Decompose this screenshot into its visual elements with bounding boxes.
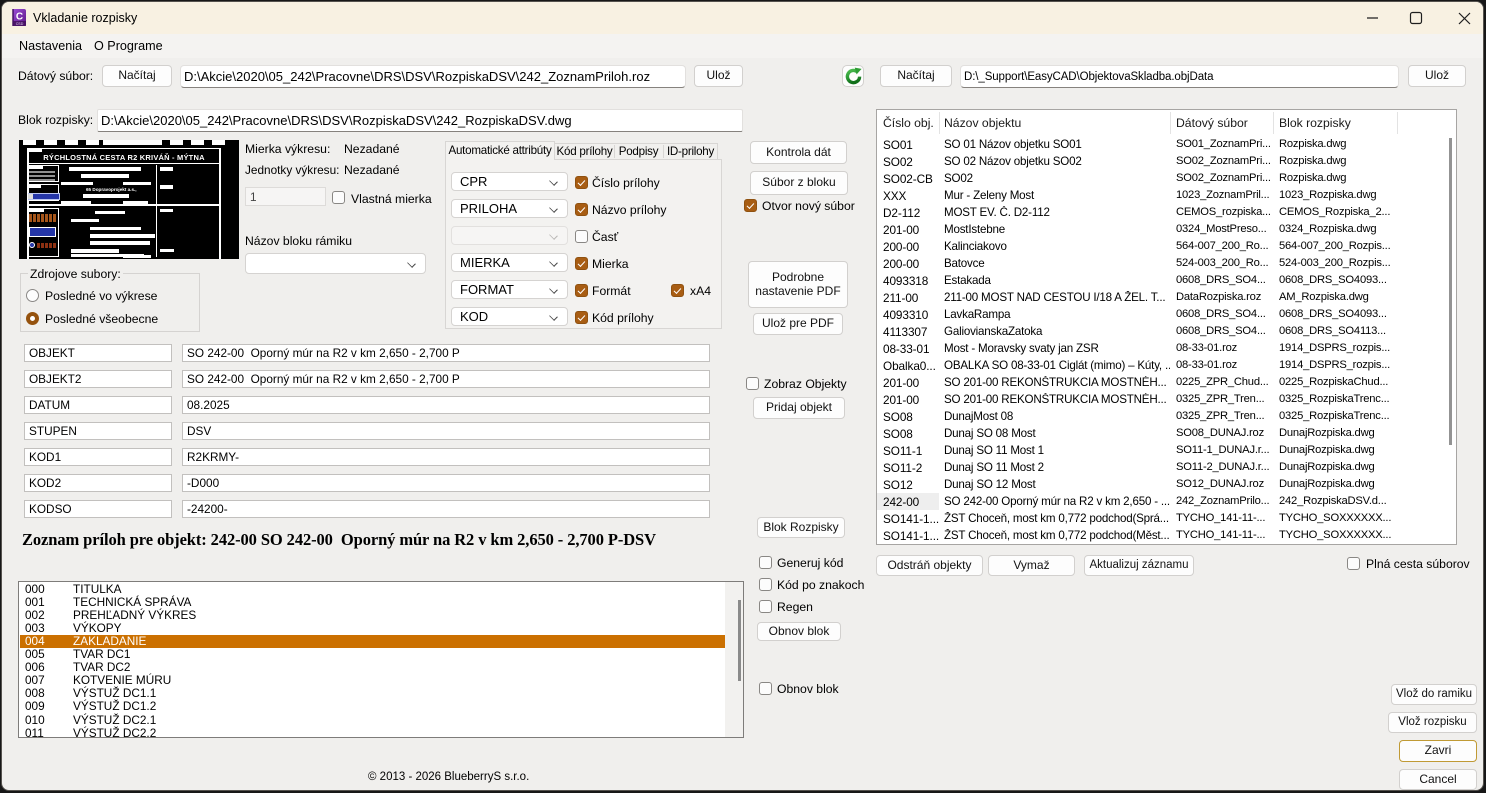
svg-text:C: C [16,12,23,23]
svg-text:CSD: CSD [16,22,24,26]
